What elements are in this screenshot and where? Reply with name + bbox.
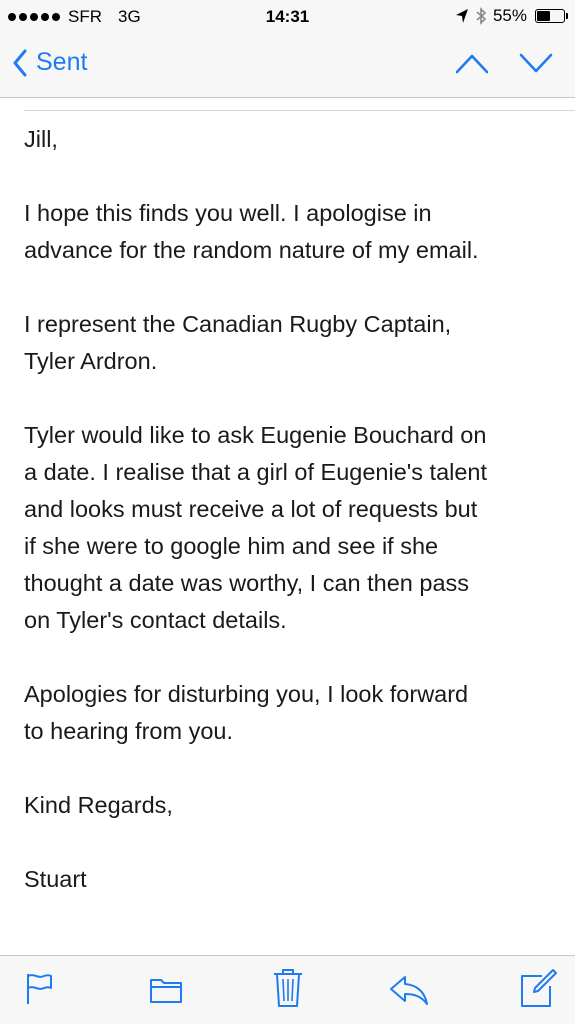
battery-icon [535, 9, 568, 23]
bluetooth-icon [476, 7, 487, 25]
email-sign-off: Kind Regards, [24, 792, 173, 818]
bottom-toolbar [0, 955, 575, 1024]
header-divider [24, 110, 575, 111]
email-signature: Stuart [24, 866, 87, 892]
message-navigation [455, 52, 553, 74]
flag-icon[interactable] [24, 972, 54, 1006]
battery-level [537, 11, 551, 21]
email-greeting: Jill, [24, 126, 58, 152]
next-message-chevron-down-icon[interactable] [519, 52, 553, 74]
chevron-left-icon [13, 49, 27, 76]
status-bar: SFR 3G 14:31 55% [0, 0, 575, 34]
status-right: 55% [455, 6, 568, 26]
nav-bar: Sent [0, 34, 575, 98]
email-paragraph: I hope this finds you well. I apologise … [24, 200, 479, 263]
battery-percent: 55% [492, 6, 527, 25]
email-body: Jill, I hope this finds you well. I apol… [24, 121, 564, 935]
previous-message-chevron-up-icon[interactable] [455, 52, 489, 74]
compose-icon[interactable] [520, 968, 558, 1008]
location-icon [455, 9, 468, 23]
email-paragraph: Apologies for disturbing you, I look for… [24, 681, 469, 744]
folder-icon[interactable] [149, 976, 183, 1004]
email-paragraph: I represent the Canadian Rugby Captain, … [24, 311, 452, 374]
back-button[interactable]: Sent [12, 48, 87, 77]
email-paragraph: Tyler would like to ask Eugenie Bouchard… [24, 422, 488, 633]
reply-icon[interactable] [388, 974, 430, 1006]
trash-icon[interactable] [272, 968, 304, 1008]
back-button-label: Sent [36, 48, 88, 76]
